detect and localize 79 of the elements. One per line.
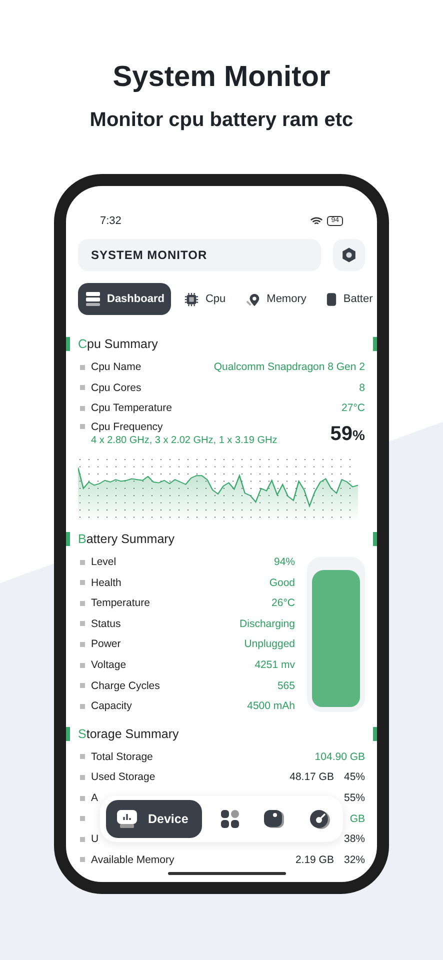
- tab[interactable]: Cpu: [177, 283, 233, 315]
- row-value: 4500 mAh: [247, 700, 295, 712]
- row-bullet: [80, 364, 85, 370]
- row-value: Good: [269, 576, 295, 589]
- frequency-value: 4 x 2.80 GHz, 3 x 2.02 GHz, 1 x 3.19 GHz: [90, 434, 278, 446]
- row-bullet: [80, 560, 85, 565]
- row-bullet: [80, 796, 85, 801]
- row-bullet: [80, 600, 85, 606]
- row-label: A: [91, 792, 98, 804]
- row-label: Charge Cycles: [91, 680, 160, 692]
- chip-icon: [184, 292, 200, 306]
- tab[interactable]: Dashboard: [78, 283, 172, 315]
- settings-button[interactable]: [333, 239, 365, 271]
- list-icon: [85, 291, 101, 307]
- row-value: Discharging: [240, 618, 295, 630]
- row-label: Voltage: [91, 659, 126, 672]
- monitor-icon: [116, 809, 138, 829]
- row-bullet: [80, 385, 85, 390]
- row-bullet: [80, 683, 85, 688]
- row-percent: 32%: [344, 854, 365, 866]
- row-value: 26°C: [272, 597, 295, 610]
- row-label: Available Memory: [91, 854, 174, 866]
- row-label: Used Storage: [91, 771, 156, 784]
- row-bullet: [80, 424, 85, 430]
- row-percent: 45%: [344, 771, 365, 784]
- row-bullet: [80, 754, 85, 760]
- row-label: Cpu Frequency: [91, 420, 163, 433]
- row-value: 48.17 GB: [290, 771, 334, 784]
- disk-icon: [309, 808, 331, 830]
- status-time: 7:32: [100, 215, 122, 227]
- rounded-square-icon: [263, 809, 286, 829]
- row-bullet: [80, 857, 85, 862]
- row-label: Health: [91, 576, 122, 589]
- row-value: 4251 mv: [254, 659, 295, 672]
- row-label: Status: [91, 618, 121, 630]
- row-label: Level: [91, 556, 116, 568]
- row-value: 8: [359, 382, 365, 394]
- row-label: Cpu Temperature: [91, 402, 172, 414]
- section-title: Storage Summary: [78, 726, 179, 741]
- row-value: 2.19 GB: [295, 854, 334, 866]
- row-value: Qualcomm Snapdragon 8 Gen 2: [214, 361, 365, 374]
- row-bullet: [80, 580, 85, 586]
- tab[interactable]: Batter: [319, 283, 377, 315]
- row-bullet: [80, 836, 85, 842]
- settings-icon: [341, 247, 357, 263]
- battery-icon: [326, 292, 338, 306]
- row-label: U: [91, 833, 99, 846]
- app-title: SYSTEM MONITOR: [78, 239, 321, 271]
- row-percent: 55%: [344, 792, 365, 804]
- row-bullet: [80, 642, 85, 647]
- row-value: 94%: [274, 556, 295, 568]
- section-title: Battery Summary: [78, 532, 175, 546]
- row-bullet: [80, 704, 85, 709]
- row-value: 27°C: [342, 402, 365, 414]
- row-percent: 38%: [344, 833, 365, 846]
- row-value: 104.90 GB: [314, 750, 365, 763]
- row-value: 565: [277, 680, 295, 692]
- headline: System Monitor: [112, 60, 330, 94]
- row-value: GB: [350, 812, 365, 825]
- tab[interactable]: Memory: [238, 283, 314, 315]
- row-label: Capacity: [91, 700, 132, 712]
- wifi-icon: [310, 216, 324, 226]
- cpu-usage: 59%: [330, 422, 365, 446]
- row-bullet: [80, 621, 85, 626]
- section-title: Cpu Summary: [78, 337, 158, 351]
- row-bullet: [80, 816, 85, 822]
- row-bullet: [80, 662, 85, 668]
- row-bullet: [80, 406, 85, 411]
- row-bullet: [80, 774, 85, 780]
- row-label: Power: [91, 638, 121, 650]
- subheadline: Monitor cpu battery ram etc: [90, 108, 354, 132]
- row-label: Total Storage: [91, 750, 153, 763]
- row-label: Cpu Name: [91, 361, 142, 374]
- row-label: Cpu Cores: [91, 382, 142, 394]
- apps-icon: [220, 809, 240, 829]
- nav-button[interactable]: Device: [106, 800, 202, 838]
- row-value: Unplugged: [244, 638, 295, 650]
- pin-icon: [246, 292, 261, 306]
- row-label: Temperature: [91, 597, 150, 610]
